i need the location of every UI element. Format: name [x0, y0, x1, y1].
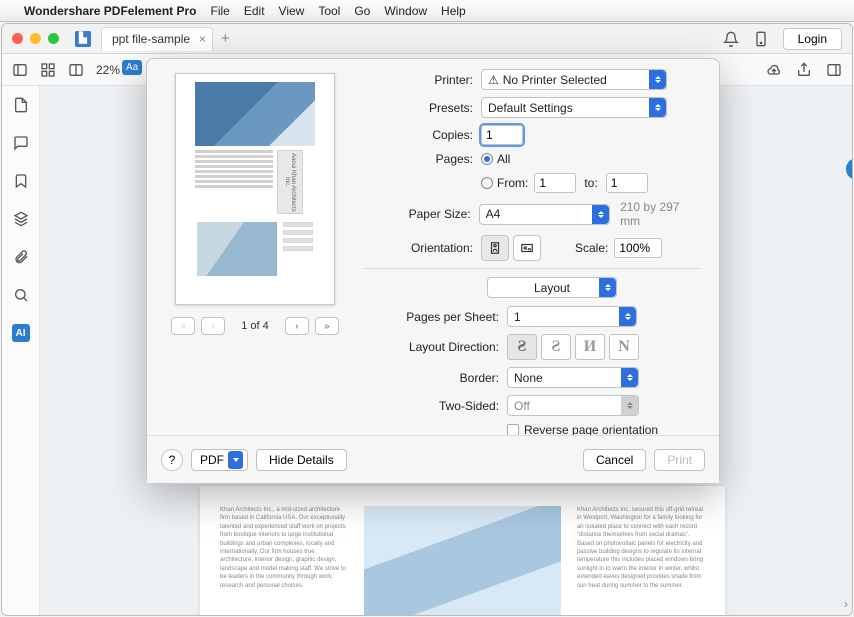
paper-size-select[interactable]: A4: [479, 204, 610, 225]
print-preview-pane: Aaoui Khan Architects Inc. « ‹ 1 of 4 › …: [147, 59, 363, 419]
pages-label: Pages:: [363, 152, 473, 166]
page-paragraph-right: Khan Architects Inc. secured this off-gr…: [577, 506, 705, 615]
pages-from-label: From:: [497, 176, 528, 190]
bookmark-icon[interactable]: [12, 172, 30, 190]
print-preview-thumbnail: Aaoui Khan Architects Inc.: [175, 73, 335, 305]
print-button[interactable]: Print: [654, 449, 705, 471]
page-building-image: [364, 506, 561, 615]
pages-range-radio[interactable]: [481, 177, 493, 189]
text-style-badge[interactable]: Aa: [122, 60, 142, 75]
panel-toggle-icon[interactable]: [826, 62, 842, 78]
pages-all-radio[interactable]: [481, 153, 493, 165]
orientation-portrait-button[interactable]: [481, 235, 509, 261]
document-tab-title: ppt file-sample: [112, 32, 190, 46]
menu-edit[interactable]: Edit: [244, 4, 265, 18]
warning-icon: ⚠: [488, 73, 499, 87]
hide-details-button[interactable]: Hide Details: [256, 449, 347, 471]
print-dialog: Aaoui Khan Architects Inc. « ‹ 1 of 4 › …: [146, 58, 720, 484]
layout-direction-label: Layout Direction:: [363, 340, 499, 354]
login-button[interactable]: Login: [783, 28, 842, 50]
menu-go[interactable]: Go: [354, 4, 370, 18]
layout-dir-3[interactable]: И: [575, 334, 605, 360]
document-tab[interactable]: ppt file-sample ×: [101, 27, 213, 51]
print-settings-pane: Printer: ⚠ No Printer Selected Presets: …: [363, 59, 719, 419]
pages-per-sheet-label: Pages per Sheet:: [363, 310, 499, 324]
orientation-landscape-button[interactable]: [513, 235, 541, 261]
scroll-right-icon[interactable]: ›: [844, 597, 848, 611]
presets-label: Presets:: [363, 101, 473, 115]
preview-pager: « ‹ 1 of 4 › »: [171, 317, 339, 335]
app-name[interactable]: Wondershare PDFelement Pro: [24, 4, 197, 18]
mobile-icon[interactable]: [753, 31, 769, 47]
copies-input[interactable]: [481, 125, 523, 145]
presets-select[interactable]: Default Settings: [481, 97, 667, 118]
menu-tool[interactable]: Tool: [318, 4, 340, 18]
share-icon[interactable]: [796, 62, 812, 78]
page-paragraph-left: Khan Architects Inc., a mid-sized archit…: [220, 506, 348, 615]
printer-label: Printer:: [363, 73, 473, 87]
close-tab-icon[interactable]: ×: [199, 32, 206, 46]
pdf-dropdown-button[interactable]: PDF: [191, 449, 248, 471]
thumbnails-view-icon[interactable]: [40, 62, 56, 78]
comment-icon[interactable]: [12, 134, 30, 152]
scale-label: Scale:: [575, 241, 608, 255]
pages-to-input[interactable]: [606, 173, 648, 193]
menu-window[interactable]: Window: [384, 4, 427, 18]
pages-per-sheet-select[interactable]: 1: [507, 306, 637, 327]
section-select[interactable]: Layout: [487, 277, 617, 298]
dialog-footer: ? PDF Hide Details Cancel Print: [147, 435, 719, 483]
scale-input[interactable]: [614, 238, 662, 258]
macos-menu-bar: Wondershare PDFelement Pro File Edit Vie…: [0, 0, 854, 22]
search-icon[interactable]: [12, 286, 30, 304]
document-page-preview: Khan Architects Inc., a mid-sized archit…: [200, 486, 725, 615]
pager-next-button[interactable]: ›: [285, 317, 309, 335]
paper-dimensions: 210 by 297 mm: [620, 200, 701, 228]
border-label: Border:: [363, 371, 499, 385]
pages-from-input[interactable]: [534, 173, 576, 193]
pages-to-label: to:: [584, 176, 597, 190]
cloud-icon[interactable]: [766, 62, 782, 78]
main-window: ▙ ppt file-sample × + Login 22%▾ Aa AI: [1, 23, 853, 616]
layout-dir-2[interactable]: Ƨ: [541, 334, 571, 360]
help-button[interactable]: ?: [161, 449, 183, 471]
pages-all-label: All: [497, 152, 510, 166]
ai-assistant-icon[interactable]: AI: [12, 324, 30, 342]
menu-help[interactable]: Help: [441, 4, 466, 18]
window-zoom-button[interactable]: [48, 33, 59, 44]
page-icon[interactable]: [12, 96, 30, 114]
new-tab-button[interactable]: +: [221, 30, 230, 47]
two-sided-select[interactable]: Off: [507, 395, 639, 416]
app-logo-icon: ▙: [75, 31, 91, 47]
printer-select[interactable]: ⚠ No Printer Selected: [481, 69, 667, 90]
window-titlebar: ▙ ppt file-sample × + Login: [2, 24, 852, 54]
paper-size-label: Paper Size:: [363, 207, 471, 221]
notifications-icon[interactable]: [723, 31, 739, 47]
cancel-button[interactable]: Cancel: [583, 449, 646, 471]
two-sided-label: Two-Sided:: [363, 399, 499, 413]
orientation-label: Orientation:: [363, 241, 473, 255]
border-select[interactable]: None: [507, 367, 639, 388]
layers-icon[interactable]: [12, 210, 30, 228]
left-sidebar: AI: [2, 86, 40, 615]
window-minimize-button[interactable]: [30, 33, 41, 44]
pager-indicator: 1 of 4: [231, 320, 279, 332]
thumb-brand-label: Aaoui Khan Architects Inc.: [277, 150, 303, 214]
copies-label: Copies:: [363, 128, 473, 142]
window-close-button[interactable]: [12, 33, 23, 44]
menu-view[interactable]: View: [279, 4, 305, 18]
attachment-icon[interactable]: [12, 248, 30, 266]
layout-dir-1[interactable]: Ƨ: [507, 334, 537, 360]
sidebar-toggle-icon[interactable]: [12, 62, 28, 78]
pager-last-button[interactable]: »: [315, 317, 339, 335]
reading-view-icon[interactable]: [68, 62, 84, 78]
menu-file[interactable]: File: [211, 4, 230, 18]
layout-dir-4[interactable]: N: [609, 334, 639, 360]
pager-prev-button[interactable]: ‹: [201, 317, 225, 335]
side-handle[interactable]: [846, 158, 852, 180]
pager-first-button[interactable]: «: [171, 317, 195, 335]
